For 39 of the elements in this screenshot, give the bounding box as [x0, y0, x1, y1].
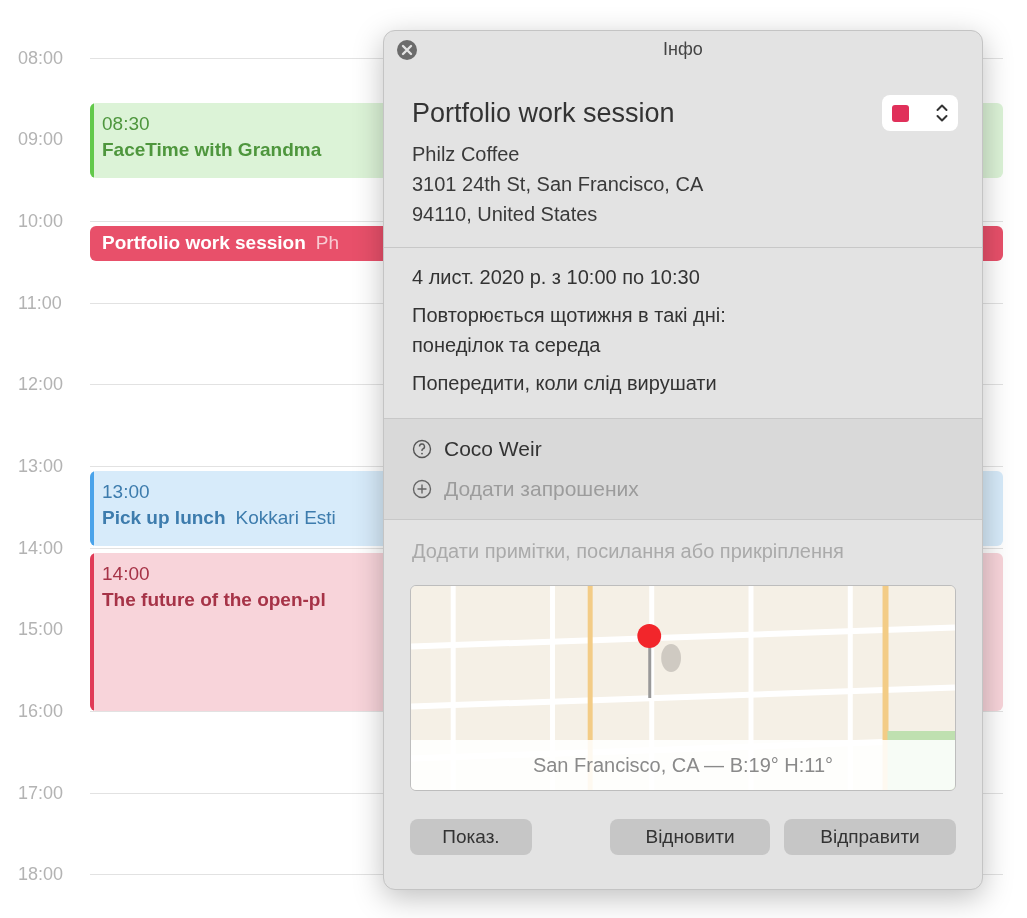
- add-circle-icon[interactable]: [412, 479, 432, 499]
- location-line: 3101 24th St, San Francisco, CA: [412, 172, 705, 197]
- location-line: 94110, United States: [412, 202, 599, 227]
- hour-label: 14:00: [17, 537, 65, 559]
- hour-label: 16:00: [17, 701, 65, 722]
- event-title: FaceTime with Grandma: [102, 139, 322, 161]
- map-caption: San Francisco, CA — В:19° Н:11°: [411, 740, 955, 790]
- repeat-rule: Повторюється щотижня в такі дні: понеділок та середа: [412, 303, 727, 358]
- close-icon[interactable]: [397, 40, 417, 60]
- action-button[interactable]: Відновити: [610, 819, 770, 855]
- travel-alert-text: Попередити, коли слід вирушати: [412, 371, 718, 396]
- hour-label: 17:00: [17, 782, 65, 804]
- event-time: 14:00: [102, 563, 150, 585]
- hour-label: 15:00: [17, 619, 65, 641]
- action-button[interactable]: Відправити: [784, 819, 956, 855]
- event-title: Portfolio work session: [102, 232, 306, 254]
- event-title[interactable]: Portfolio work session: [412, 97, 675, 129]
- hour-label: 09:00: [17, 129, 65, 151]
- hour-label: 13:00: [17, 455, 65, 477]
- popover-title: Інфо: [663, 38, 703, 60]
- action-button[interactable]: Показ.: [410, 819, 532, 855]
- event-time: 08:30: [102, 113, 150, 135]
- location-line: Philz Coffee: [412, 142, 521, 167]
- event-date: 4 лист. 2020 р. з 10:00 по 10:30: [412, 265, 701, 290]
- hour-label: 18:00: [17, 864, 65, 886]
- question-circle-icon: [412, 439, 432, 459]
- notes-field[interactable]: Додати примітки, посилання або прикріплення: [412, 540, 954, 563]
- hour-label: 11:00: [17, 292, 63, 314]
- event-location: Ph: [315, 232, 339, 254]
- event-title: Pick up lunch: [102, 507, 226, 529]
- hour-label: 10:00: [17, 210, 65, 232]
- invitee-name: Coco Weir: [444, 437, 542, 461]
- hour-label: 08:00: [17, 47, 65, 69]
- event-location: Kokkari Esti: [235, 507, 336, 529]
- hour-label: 12:00: [17, 374, 65, 396]
- calendar-picker[interactable]: [882, 95, 958, 131]
- event-title: The future of the open-pl: [102, 589, 326, 611]
- event-time: 13:00: [102, 481, 150, 503]
- chevron-updown-icon: [936, 103, 948, 123]
